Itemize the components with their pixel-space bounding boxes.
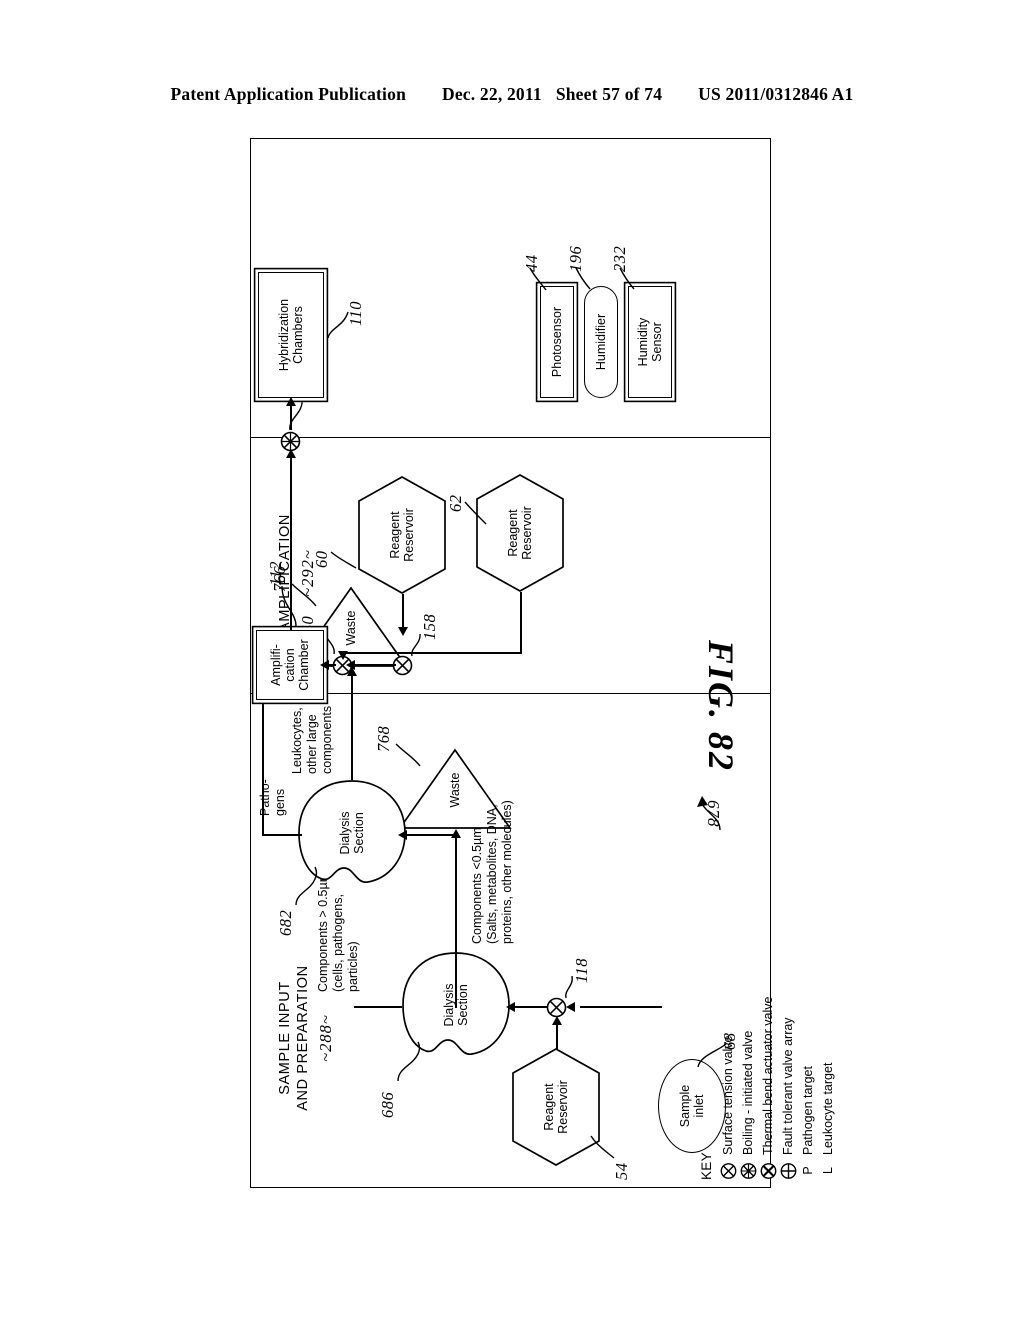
pathogen-target-icon: P	[801, 1166, 816, 1175]
node-hybridization-chambers: Hybridization Chambers	[258, 272, 324, 398]
flow-label-leukocytes: Leukocytes, other large components	[290, 705, 334, 774]
key-item-pathogen-target: P Pathogen target	[800, 880, 818, 1180]
key-label: Fault tolerant valve array	[781, 1017, 796, 1155]
fault-tolerant-valve-array-icon	[780, 1161, 797, 1180]
key-label: Boiling - initiated valve	[741, 1030, 756, 1155]
node-reagent-reservoir-62: Reagent Reservoir	[476, 474, 564, 592]
surface-tension-valve-icon	[720, 1161, 737, 1180]
arrowhead	[285, 449, 296, 458]
leader-60	[330, 551, 357, 569]
node-waste-768: Waste	[398, 748, 512, 830]
ref-768: 768	[374, 725, 393, 752]
key-item-boiling-initiated-valve: Boiling - initiated valve	[740, 880, 758, 1180]
ref-682: 682	[276, 909, 295, 936]
key-item-fault-tolerant-valve-array: Fault tolerant valve array	[780, 880, 798, 1180]
connector-into-dialysis682	[406, 834, 456, 836]
header-date: Dec. 22, 2011	[442, 84, 542, 104]
connector-reservoir62-h	[520, 592, 522, 654]
node-waste-766: Waste	[294, 586, 408, 668]
connector-valve158-valve140	[350, 664, 396, 666]
key-item-thermal-bend-actuator-valve: Thermal bend actuator valve	[760, 880, 778, 1180]
photosensor-label: Photosensor	[550, 306, 564, 378]
leader-196	[575, 267, 591, 290]
leader-54	[590, 1135, 615, 1159]
key-label: Leukocyte target	[821, 1062, 836, 1155]
ref-686: 686	[378, 1091, 397, 1118]
header-publication: Patent Application Publication	[170, 84, 406, 104]
connector-valve108-hybridization	[290, 402, 292, 430]
figure-label: FIG. 82	[701, 640, 741, 773]
figure-stage: SAMPLE INPUT AND PREPARATION ~288~ AMPLI…	[250, 133, 775, 1188]
thermal-bend-actuator-valve-icon	[760, 1161, 777, 1180]
leukocyte-target-icon: L	[821, 1167, 836, 1174]
leader-62	[464, 501, 487, 525]
key-item-surface-tension-valve: Surface tension valve	[720, 880, 738, 1180]
humidifier-label: Humidifier	[594, 313, 608, 371]
key-label: Thermal bend actuator valve	[761, 996, 776, 1155]
key-label: Pathogen target	[801, 1066, 816, 1155]
arrowhead	[285, 397, 296, 406]
node-dialysis-section-682: Dialysis Section	[296, 778, 408, 888]
boiling-initiated-valve-icon	[740, 1161, 757, 1180]
leader-44	[529, 267, 547, 291]
connector-reservoir54-valve118	[556, 1023, 558, 1049]
connector-amplification-valve108	[290, 452, 292, 630]
key-label: Surface tension valve	[721, 1035, 736, 1155]
node-humidifier: Humidifier	[584, 286, 618, 398]
connector-dialysis682-waste766	[351, 672, 353, 780]
node-dialysis-section-686: Dialysis Section	[400, 950, 512, 1060]
page-header: Patent Application Publication Dec. 22, …	[0, 84, 1024, 105]
section-divider-1	[250, 693, 771, 694]
leader-118	[565, 975, 573, 999]
connector-dialysis686-dialysis682	[354, 1006, 402, 1008]
key-title: KEY	[699, 1152, 714, 1180]
leader-110	[327, 311, 349, 339]
key-legend: KEY Surface tension valve Boiling - init…	[699, 880, 840, 1180]
key-item-leukocyte-target: L Leukocyte target	[820, 880, 838, 1180]
waste-768-label: Waste	[448, 772, 462, 808]
leader-678	[697, 796, 721, 831]
node-photosensor: Photosensor	[540, 286, 574, 398]
connector-inlet-valve118	[580, 1006, 662, 1008]
header-sheet: Sheet 57 of 74	[555, 84, 663, 104]
header-document-number: US 2011/0312846 A1	[698, 84, 854, 104]
leader-232	[619, 267, 635, 290]
node-reagent-reservoir-54: Reagent Reservoir	[512, 1048, 600, 1166]
surface-tension-valve-icon	[546, 997, 567, 1018]
section-divider-2	[250, 437, 771, 438]
node-reagent-reservoir-60: Reagent Reservoir	[358, 476, 446, 594]
waste-766-label: Waste	[344, 610, 358, 646]
node-humidity-sensor: Humidity Sensor	[628, 286, 672, 398]
arrowhead	[551, 1016, 562, 1025]
valve-118-surface-tension	[546, 997, 567, 1018]
arrowhead	[566, 1002, 575, 1012]
connector-valve118-dialysis686	[514, 1006, 548, 1008]
